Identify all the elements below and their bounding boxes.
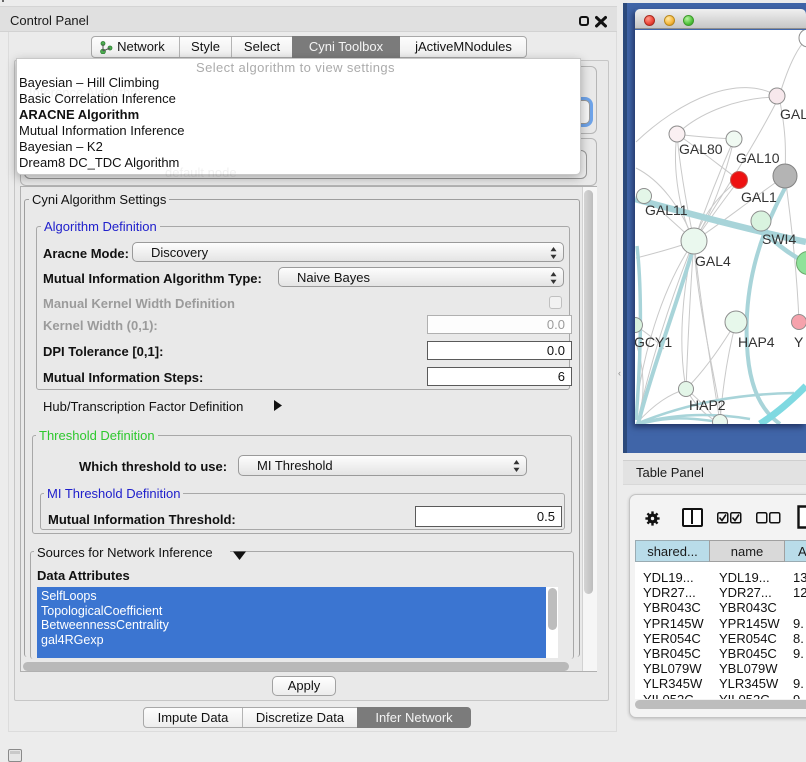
svg-text:HAP4: HAP4: [738, 334, 775, 350]
svg-text:GAL11: GAL11: [645, 202, 688, 218]
svg-text:GAL2: GAL2: [780, 106, 806, 122]
svg-text:GAL10: GAL10: [736, 150, 780, 166]
svg-text:HAP2: HAP2: [689, 397, 726, 413]
svg-text:GCY1: GCY1: [635, 334, 672, 350]
svg-text:Y: Y: [794, 334, 804, 350]
svg-text:GAL4: GAL4: [695, 253, 731, 269]
svg-text:GAL1: GAL1: [741, 189, 777, 205]
svg-text:GAL80: GAL80: [679, 141, 723, 157]
svg-text:SWI4: SWI4: [762, 231, 796, 247]
